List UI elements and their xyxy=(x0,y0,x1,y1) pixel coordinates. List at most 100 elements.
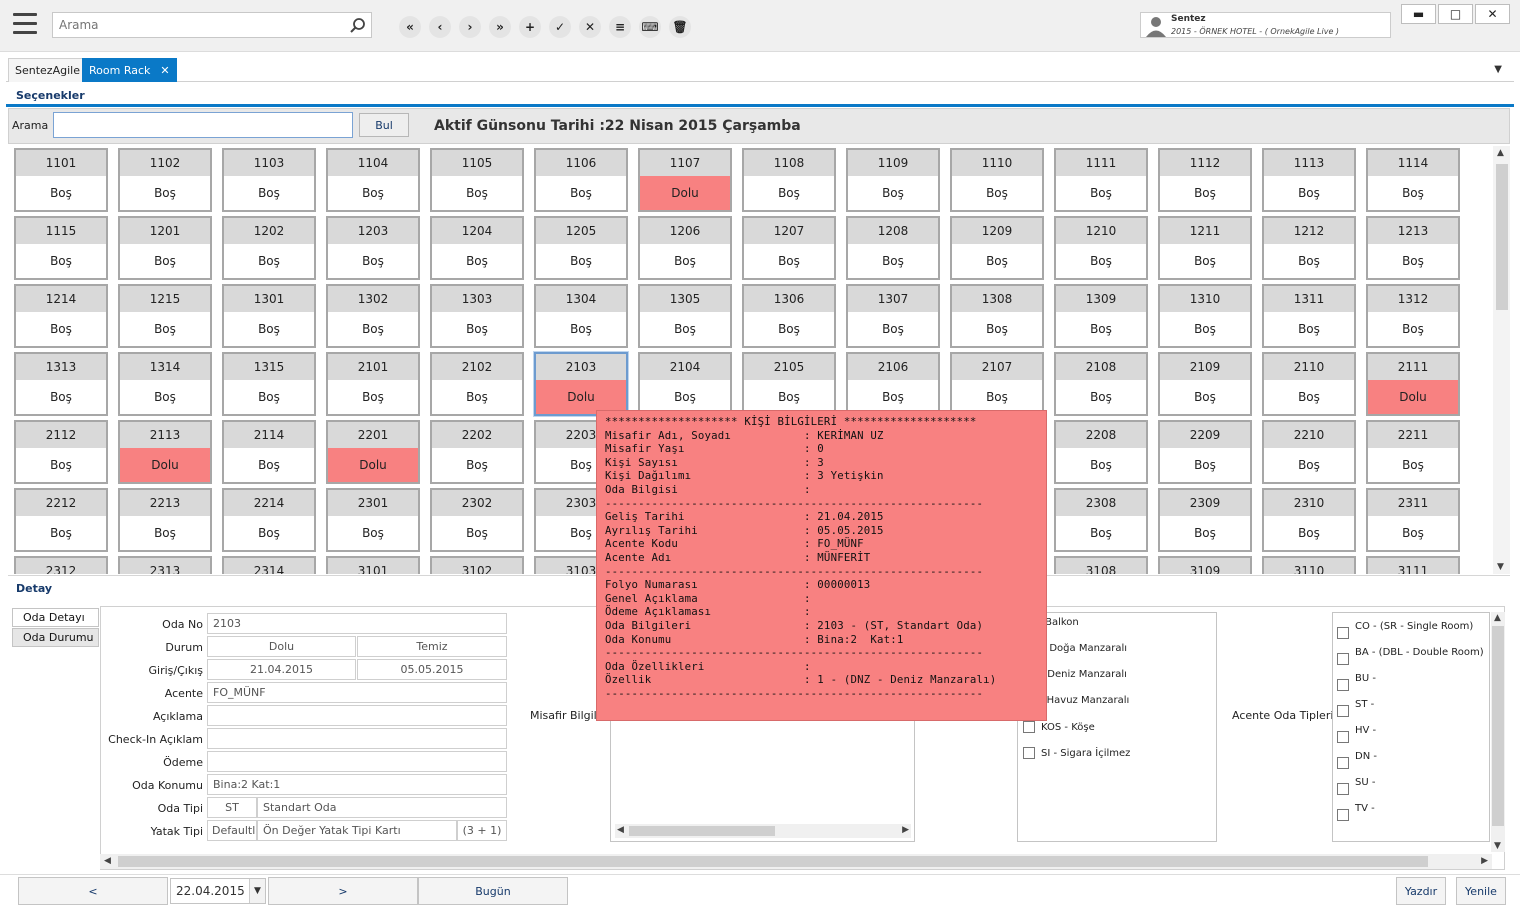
room-tile[interactable]: 1202 Boş xyxy=(222,216,316,280)
room-tile[interactable]: 2311 Boş xyxy=(1366,488,1460,552)
first-record-icon[interactable]: « xyxy=(399,16,421,38)
room-tile[interactable]: 3108 xyxy=(1054,556,1148,574)
room-tile[interactable]: 2106 Boş xyxy=(846,352,940,416)
agent-room-type-item[interactable]: SU - xyxy=(1337,775,1375,795)
field-oda-no[interactable]: 2103 xyxy=(207,613,507,634)
room-tile[interactable]: 1313 Boş xyxy=(14,352,108,416)
user-info[interactable]: Sentez 2015 - ÖRNEK HOTEL - ( OrnekAgile… xyxy=(1140,12,1391,38)
room-tile[interactable]: 1311 Boş xyxy=(1262,284,1356,348)
room-tile[interactable]: 1302 Boş xyxy=(326,284,420,348)
tab-sentezagile[interactable]: SentezAgile xyxy=(8,58,87,82)
room-tile[interactable]: 2202 Boş xyxy=(430,420,524,484)
room-grid-scrollbar[interactable]: ▲ ▼ xyxy=(1493,146,1510,574)
keyboard-icon[interactable]: ⌨ xyxy=(639,16,661,38)
field-checkin-aciklama[interactable] xyxy=(207,728,507,749)
room-tile[interactable]: 2302 Boş xyxy=(430,488,524,552)
cancel-icon[interactable]: ✕ xyxy=(579,16,601,38)
agent-room-type-item[interactable]: BU - xyxy=(1337,671,1376,691)
room-tile[interactable]: 1106 Boş xyxy=(534,148,628,212)
field-cikis[interactable]: 05.05.2015 xyxy=(357,659,507,680)
room-tile[interactable]: 1104 Boş xyxy=(326,148,420,212)
room-tile[interactable]: 1301 Boş xyxy=(222,284,316,348)
room-tile[interactable]: 1212 Boş xyxy=(1262,216,1356,280)
maximize-icon[interactable]: □ xyxy=(1438,4,1473,24)
room-tile[interactable]: 1108 Boş xyxy=(742,148,836,212)
feature-item[interactable]: SI - Sigara İçilmez xyxy=(1023,747,1130,759)
room-tile[interactable]: 1111 Boş xyxy=(1054,148,1148,212)
room-tile[interactable]: 2309 Boş xyxy=(1158,488,1252,552)
room-search-input[interactable] xyxy=(53,112,353,138)
feature-checkbox[interactable] xyxy=(1023,721,1035,733)
field-temizlik[interactable]: Temiz xyxy=(357,636,507,657)
scroll-down-icon[interactable]: ▼ xyxy=(1494,841,1501,851)
room-tile[interactable]: 1101 Boş xyxy=(14,148,108,212)
room-tile[interactable]: 1310 Boş xyxy=(1158,284,1252,348)
last-record-icon[interactable]: » xyxy=(489,16,511,38)
close-tab-icon[interactable]: ✕ xyxy=(160,64,169,77)
room-tile[interactable]: 2208 Boş xyxy=(1054,420,1148,484)
room-tile[interactable]: 1107 Dolu xyxy=(638,148,732,212)
room-tile[interactable]: 1312 Boş xyxy=(1366,284,1460,348)
room-grid-scroll-thumb[interactable] xyxy=(1496,164,1508,310)
room-tile[interactable]: 1201 Boş xyxy=(118,216,212,280)
next-day-button[interactable]: > xyxy=(268,877,418,905)
tab-room-rack[interactable]: Room Rack ✕ xyxy=(82,58,177,82)
hamburger-menu-icon[interactable] xyxy=(10,10,40,38)
room-tile[interactable]: 1205 Boş xyxy=(534,216,628,280)
room-tile[interactable]: 1214 Boş xyxy=(14,284,108,348)
room-tile[interactable]: 1114 Boş xyxy=(1366,148,1460,212)
room-tile[interactable]: 2109 Boş xyxy=(1158,352,1252,416)
field-oda-tipi-kod[interactable]: ST xyxy=(207,797,257,818)
agent-room-type-checkbox[interactable] xyxy=(1337,705,1349,717)
room-tile[interactable]: 1115 Boş xyxy=(14,216,108,280)
list-icon[interactable]: ≡ xyxy=(609,16,631,38)
prev-day-button[interactable]: < xyxy=(18,877,168,905)
agent-list-scroll-thumb[interactable] xyxy=(1492,626,1504,826)
tab-dropdown-icon[interactable]: ▼ xyxy=(1494,64,1502,75)
room-tile[interactable]: 3111 xyxy=(1366,556,1460,574)
room-tile[interactable]: 1307 Boş xyxy=(846,284,940,348)
room-tile[interactable]: 2312 xyxy=(14,556,108,574)
room-tile[interactable]: 1315 Boş xyxy=(222,352,316,416)
feature-checkbox[interactable] xyxy=(1023,747,1035,759)
field-durum[interactable]: Dolu xyxy=(207,636,356,657)
guest-list-hscrollbar[interactable]: ◀ ▶ xyxy=(615,824,911,838)
room-tile[interactable]: 2105 Boş xyxy=(742,352,836,416)
agent-room-type-checkbox[interactable] xyxy=(1337,653,1349,665)
scroll-down-icon[interactable]: ▼ xyxy=(1497,562,1504,572)
agent-room-type-item[interactable]: DN - xyxy=(1337,749,1377,769)
global-search-input[interactable] xyxy=(59,16,339,34)
room-tile[interactable]: 2107 Boş xyxy=(950,352,1044,416)
date-picker[interactable]: 22.04.2015 ▼ xyxy=(170,878,266,904)
scroll-left-icon[interactable]: ◀ xyxy=(104,856,111,866)
scroll-up-icon[interactable]: ▲ xyxy=(1497,148,1504,158)
room-tile[interactable]: 1207 Boş xyxy=(742,216,836,280)
room-tile[interactable]: 1211 Boş xyxy=(1158,216,1252,280)
detail-hscrollbar[interactable]: ◀ ▶ xyxy=(100,854,1492,869)
room-tile[interactable]: 1105 Boş xyxy=(430,148,524,212)
room-tile[interactable]: 3109 xyxy=(1158,556,1252,574)
refresh-button[interactable]: Yenile xyxy=(1456,877,1506,905)
today-button[interactable]: Bugün xyxy=(418,877,568,905)
add-icon[interactable]: + xyxy=(519,16,541,38)
room-tile[interactable]: 1209 Boş xyxy=(950,216,1044,280)
room-tile[interactable]: 2114 Boş xyxy=(222,420,316,484)
find-button[interactable]: Bul xyxy=(359,113,409,137)
room-tile[interactable]: 1306 Boş xyxy=(742,284,836,348)
confirm-icon[interactable]: ✓ xyxy=(549,16,571,38)
room-tile[interactable]: 1314 Boş xyxy=(118,352,212,416)
field-odeme[interactable] xyxy=(207,751,507,772)
room-tile[interactable]: 2310 Boş xyxy=(1262,488,1356,552)
print-button[interactable]: Yazdır xyxy=(1396,877,1446,905)
room-tile[interactable]: 2211 Boş xyxy=(1366,420,1460,484)
agent-room-type-item[interactable]: TV - xyxy=(1337,801,1375,821)
tab-oda-detayi[interactable]: Oda Detayı xyxy=(12,608,99,627)
scroll-left-icon[interactable]: ◀ xyxy=(617,825,624,835)
chevron-down-icon[interactable]: ▼ xyxy=(249,879,265,903)
room-tile[interactable]: 2104 Boş xyxy=(638,352,732,416)
room-tile[interactable]: 1305 Boş xyxy=(638,284,732,348)
close-window-icon[interactable]: ✕ xyxy=(1475,4,1510,24)
room-tile[interactable]: 2113 Dolu xyxy=(118,420,212,484)
room-tile[interactable]: 1102 Boş xyxy=(118,148,212,212)
room-tile[interactable]: 2209 Boş xyxy=(1158,420,1252,484)
